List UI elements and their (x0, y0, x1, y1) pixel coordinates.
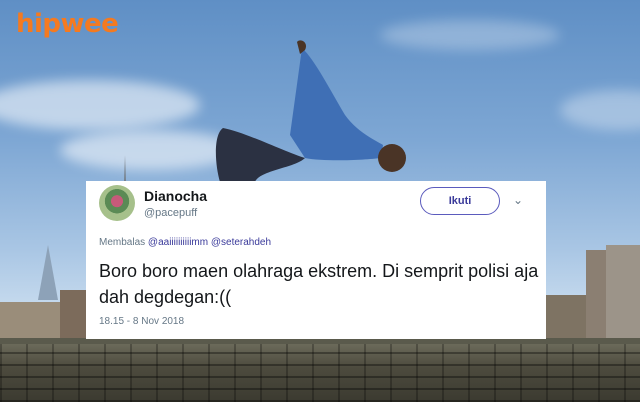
industrial-tank (606, 245, 640, 347)
brick-wall (0, 344, 640, 402)
reply-mention[interactable]: @seterahdeh (211, 237, 271, 248)
follow-button[interactable]: Ikuti (420, 187, 500, 215)
display-name[interactable]: Dianocha (144, 188, 207, 204)
person-backbend (215, 40, 406, 182)
hipwee-logo: hipwee (16, 9, 119, 39)
cloud (560, 90, 640, 130)
building (586, 250, 606, 347)
tweet-timestamp[interactable]: 18.15 - 8 Nov 2018 (99, 316, 184, 327)
cloud (0, 80, 200, 130)
user-handle[interactable]: @pacepuff (144, 207, 197, 219)
tower-shard (38, 245, 58, 300)
tweet-text: Boro boro maen olahraga ekstrem. Di semp… (99, 261, 539, 307)
reply-context: Membalas @aaiiiiiiiiiimm @seterahdeh (99, 237, 271, 248)
reply-prefix: Membalas (99, 237, 146, 248)
avatar[interactable] (99, 185, 135, 221)
chevron-down-icon[interactable]: ⌄ (513, 193, 523, 207)
reply-mention[interactable]: @aaiiiiiiiiiimm (148, 237, 208, 248)
tweet-card: Dianocha @pacepuff Ikuti ⌄ Membalas @aai… (86, 181, 546, 339)
